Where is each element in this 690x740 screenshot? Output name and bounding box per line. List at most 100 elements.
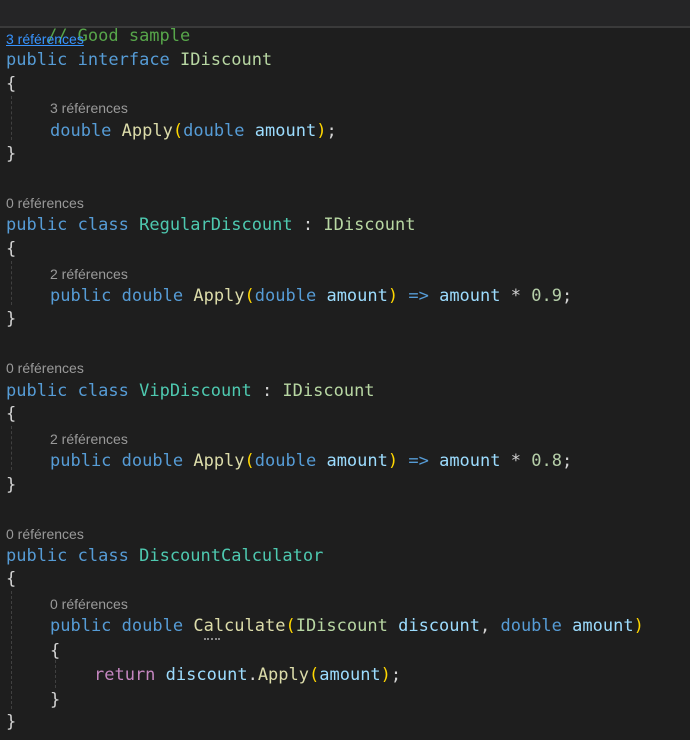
open-paren: (	[309, 665, 320, 685]
indent-guide	[11, 261, 12, 305]
semicolon: ;	[390, 665, 402, 685]
colon: :	[251, 381, 283, 401]
open-paren: (	[244, 451, 255, 471]
keyword-double: double	[500, 616, 562, 636]
interface-name[interactable]: IDiscount	[180, 50, 272, 70]
keyword-class: class	[77, 381, 129, 401]
codelens-idiscount-references[interactable]: 3 références	[6, 30, 84, 48]
parameter-type-idiscount[interactable]: IDiscount	[296, 616, 388, 636]
open-brace: {	[6, 569, 17, 589]
close-paren: )	[387, 451, 399, 471]
open-brace-line: {	[6, 238, 16, 260]
parameter-amount[interactable]: amount	[326, 286, 387, 306]
close-brace: }	[6, 309, 17, 329]
keyword-public: public	[6, 215, 68, 235]
codelens-vip-references[interactable]: 0 références	[6, 359, 84, 377]
codelens-calculate-references[interactable]: 0 références	[50, 595, 128, 613]
open-brace: {	[6, 74, 17, 94]
keyword-public: public	[6, 50, 68, 70]
close-brace-line: }	[6, 308, 16, 330]
suggestion-dots-marker[interactable]	[204, 636, 220, 640]
open-brace-line: {	[6, 73, 16, 95]
indent-guide	[55, 660, 56, 688]
keyword-double: double	[121, 286, 184, 306]
class-name-discount-calculator[interactable]: DiscountCalculator	[139, 546, 323, 566]
parameter-amount[interactable]: amount	[255, 121, 316, 141]
interface-method-line: double Apply(double amount);	[50, 120, 337, 142]
open-brace: {	[6, 404, 17, 424]
keyword-public: public	[50, 451, 112, 471]
number-literal: 0.9	[531, 286, 562, 306]
keyword-class: class	[77, 546, 129, 566]
open-brace: {	[50, 641, 61, 661]
member-access-dot: .	[247, 665, 258, 685]
indent-guide	[11, 96, 12, 140]
method-open-brace-line: {	[50, 640, 60, 662]
open-brace-line: {	[6, 403, 16, 425]
keyword-public: public	[6, 546, 68, 566]
return-statement-line: return discount.Apply(amount);	[94, 664, 401, 686]
variable-discount[interactable]: discount	[166, 665, 248, 685]
vip-class-declaration-line: public class VipDiscount : IDiscount	[6, 380, 375, 402]
close-brace: }	[6, 475, 17, 495]
codelens-apply-references[interactable]: 2 références	[50, 265, 128, 283]
parameter-amount[interactable]: amount	[572, 616, 633, 636]
base-interface-name[interactable]: IDiscount	[282, 381, 374, 401]
keyword-double: double	[50, 121, 112, 141]
comment-line: // Good sample	[6, 3, 190, 46]
keyword-return: return	[94, 665, 156, 685]
indent-guide	[11, 591, 12, 709]
keyword-class: class	[77, 215, 129, 235]
open-brace-line: {	[6, 568, 16, 590]
multiply-operator: *	[500, 286, 532, 306]
class-name-regular-discount[interactable]: RegularDiscount	[139, 215, 293, 235]
lambda-arrow: =>	[398, 451, 440, 471]
close-brace: }	[50, 690, 61, 710]
open-brace: {	[6, 239, 17, 259]
codelens-apply-references[interactable]: 2 références	[50, 430, 128, 448]
method-name-apply[interactable]: Apply	[193, 286, 244, 306]
code-editor[interactable]: // Good sample 3 références public inter…	[0, 0, 690, 740]
codelens-calculator-references[interactable]: 0 références	[6, 525, 84, 543]
close-paren: )	[633, 616, 644, 636]
calculate-method-line: public double Calculate(IDiscount discou…	[50, 615, 644, 637]
close-brace-line: }	[6, 474, 16, 496]
semicolon: ;	[561, 286, 573, 306]
parameter-discount[interactable]: discount	[398, 616, 480, 636]
keyword-interface: interface	[77, 50, 170, 70]
close-brace-line: }	[6, 143, 16, 165]
codelens-regular-references[interactable]: 0 références	[6, 194, 84, 212]
close-brace: }	[6, 144, 17, 164]
colon: :	[292, 215, 324, 235]
keyword-double: double	[121, 451, 184, 471]
calculator-class-declaration-line: public class DiscountCalculator	[6, 545, 323, 567]
class-close-brace-line: }	[6, 711, 16, 733]
semicolon: ;	[561, 451, 573, 471]
number-literal: 0.8	[531, 451, 562, 471]
method-call-apply[interactable]: Apply	[258, 665, 309, 685]
keyword-double: double	[254, 451, 317, 471]
method-name-apply[interactable]: Apply	[122, 121, 173, 141]
variable-amount[interactable]: amount	[439, 286, 500, 306]
vip-apply-line: public double Apply(double amount) => am…	[50, 450, 572, 472]
keyword-double: double	[254, 286, 317, 306]
class-name-vip-discount[interactable]: VipDiscount	[139, 381, 252, 401]
variable-amount[interactable]: amount	[439, 451, 500, 471]
keyword-public: public	[50, 286, 112, 306]
argument-amount[interactable]: amount	[319, 665, 380, 685]
method-close-brace-line: }	[50, 689, 60, 711]
codelens-apply-references[interactable]: 3 références	[50, 99, 128, 117]
parameter-amount[interactable]: amount	[326, 451, 387, 471]
method-name-calculate[interactable]: Calculate	[193, 616, 285, 636]
semicolon: ;	[326, 121, 337, 141]
regular-apply-line: public double Apply(double amount) => am…	[50, 285, 572, 307]
keyword-double: double	[183, 121, 245, 141]
base-interface-name[interactable]: IDiscount	[323, 215, 415, 235]
open-paren: (	[285, 616, 296, 636]
close-paren: )	[387, 286, 399, 306]
method-name-apply[interactable]: Apply	[193, 451, 244, 471]
interface-declaration-line: public interface IDiscount	[6, 49, 272, 71]
close-paren: )	[380, 665, 391, 685]
keyword-double: double	[121, 616, 184, 636]
multiply-operator: *	[500, 451, 532, 471]
